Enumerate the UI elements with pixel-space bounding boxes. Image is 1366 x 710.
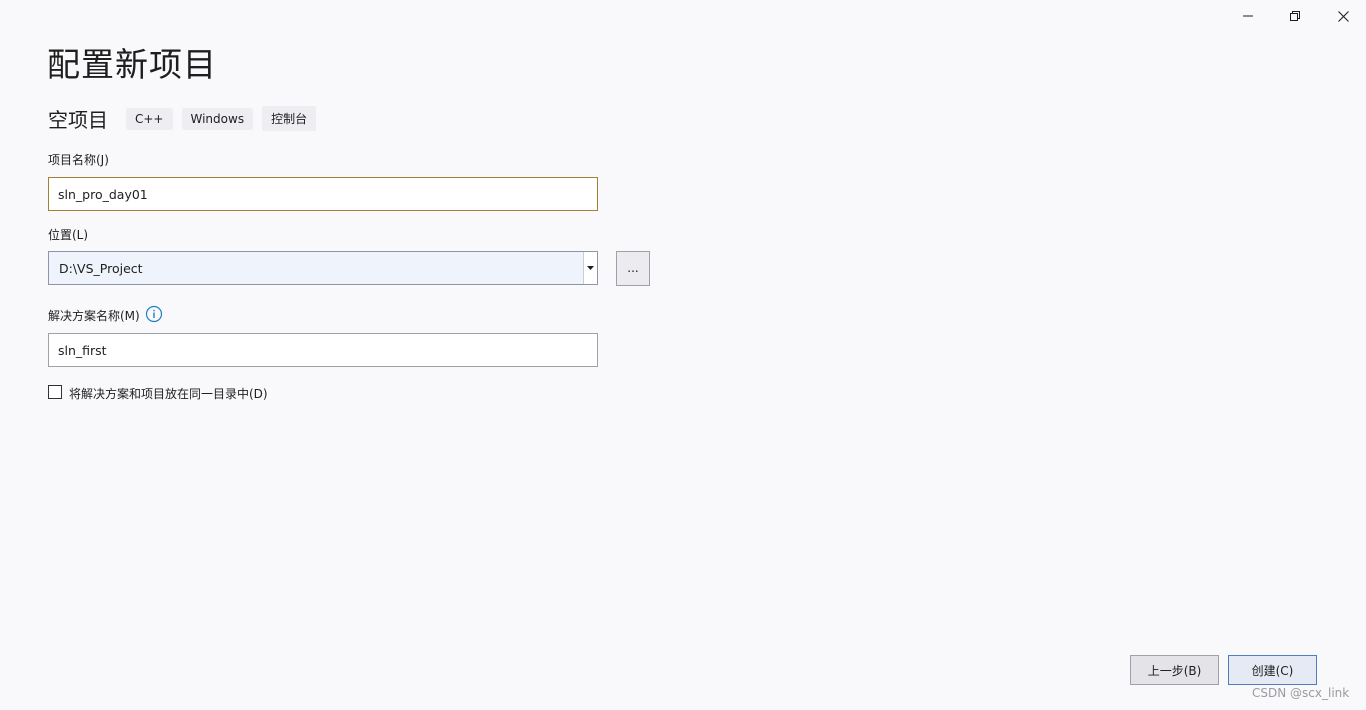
restore-button[interactable]	[1272, 0, 1318, 32]
template-name: 空项目	[48, 108, 108, 132]
back-button[interactable]: 上一步(B)	[1130, 655, 1219, 685]
template-info: 空项目 C++ Windows 控制台	[48, 104, 325, 133]
create-button[interactable]: 创建(C)	[1228, 655, 1317, 685]
solution-name-field[interactable]: sln_first	[48, 333, 598, 367]
project-name-value: sln_pro_day01	[58, 186, 148, 202]
restore-icon	[1290, 11, 1300, 21]
same-dir-checkbox[interactable]	[48, 384, 62, 399]
location-label: 位置(L)	[48, 228, 89, 242]
same-dir-checkbox-label[interactable]: 将解决方案和项目放在同一目录中(D)	[69, 385, 268, 402]
location-value: D:\VS_Project	[59, 260, 143, 276]
browse-button[interactable]: ...	[616, 251, 650, 286]
info-icon[interactable]	[145, 305, 163, 327]
minimize-button[interactable]	[1225, 0, 1271, 32]
close-icon	[1337, 10, 1349, 22]
tag-windows: Windows	[181, 107, 254, 130]
solution-name-label: 解决方案名称(M)	[48, 309, 140, 323]
close-button[interactable]	[1320, 0, 1366, 32]
project-name-field[interactable]: sln_pro_day01	[48, 177, 598, 211]
chevron-down-icon	[587, 266, 594, 270]
solution-name-value: sln_first	[58, 342, 107, 358]
page-title: 配置新项目	[47, 45, 217, 84]
location-combobox[interactable]: D:\VS_Project	[48, 251, 598, 285]
tag-cpp: C++	[126, 107, 173, 130]
watermark: CSDN @scx_link	[1252, 686, 1350, 700]
same-dir-option[interactable]: 将解决方案和项目放在同一目录中(D)	[48, 381, 268, 402]
project-name-label: 项目名称(J)	[48, 153, 109, 167]
tag-console: 控制台	[262, 106, 317, 131]
minimize-icon	[1243, 15, 1253, 17]
dropdown-arrow-button[interactable]	[583, 252, 597, 284]
